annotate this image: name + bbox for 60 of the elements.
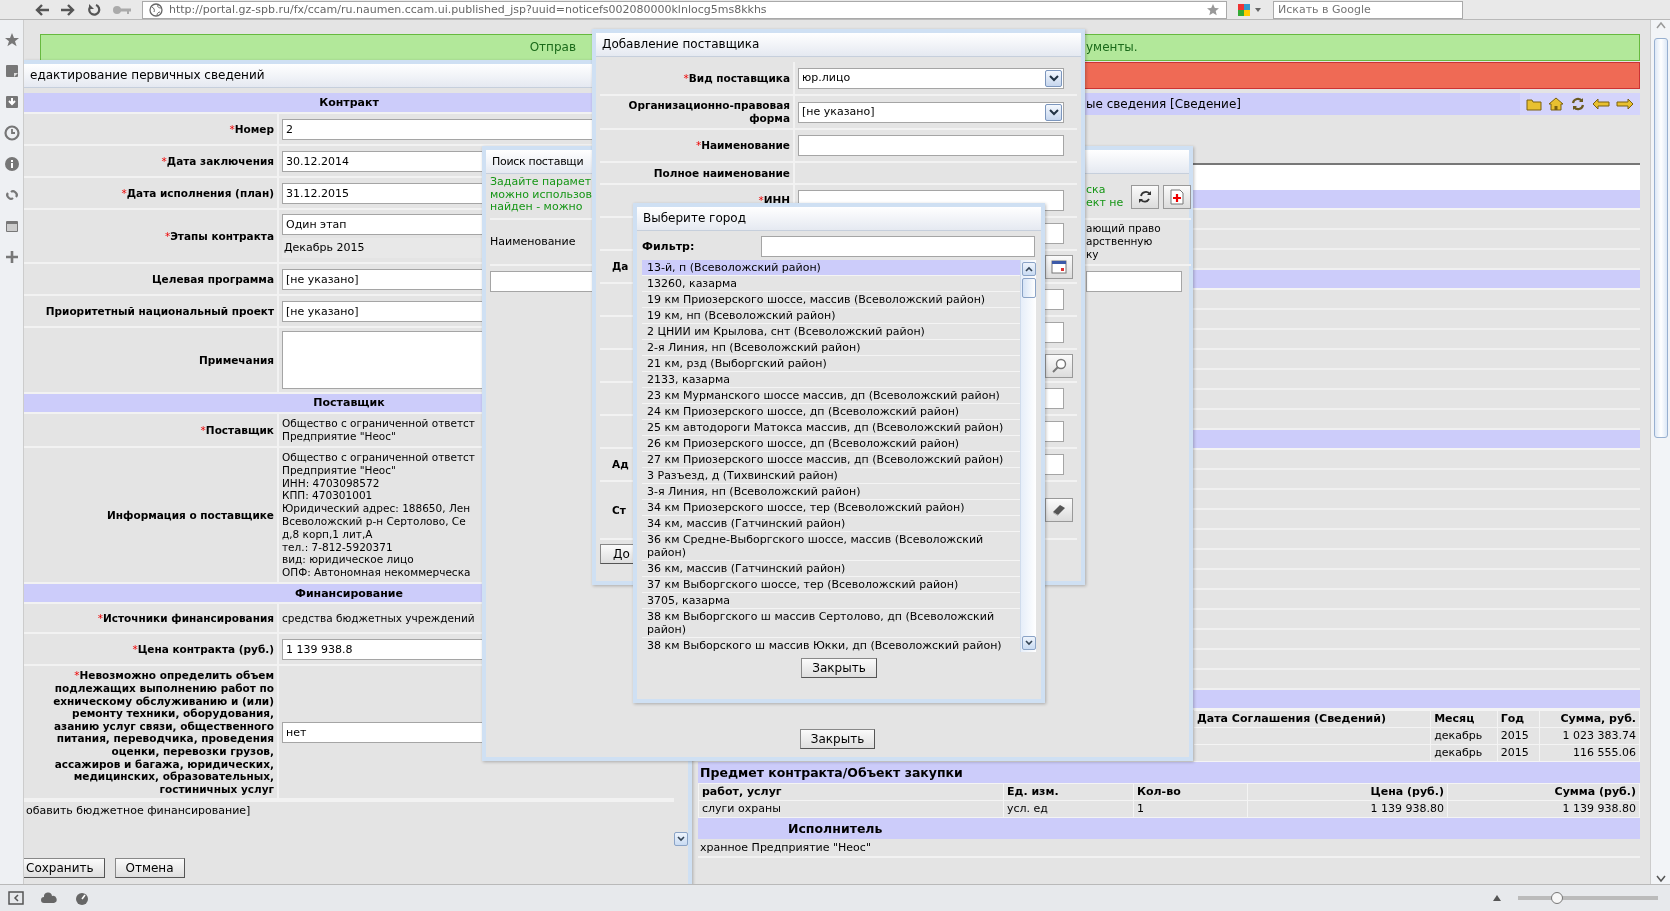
table-cell: 116 555.06	[1539, 744, 1640, 762]
field-label: Целевая программа	[151, 272, 274, 285]
table-cell: 1 139 938.80	[1247, 800, 1448, 818]
field-label: Приоритетный национальный проект	[45, 304, 274, 317]
table-cell: хранное Предприятие "Неос"	[700, 841, 871, 854]
column-header: Сумма (руб.)	[1447, 783, 1640, 801]
column-header: Сумма, руб.	[1539, 710, 1640, 728]
column-header: Год	[1497, 710, 1540, 728]
required-mark: *	[132, 643, 138, 656]
required-mark: *	[121, 186, 127, 199]
section-title: Исполнитель	[788, 821, 883, 836]
field-label: Вид поставщика	[688, 71, 790, 84]
table-cell: декабрь	[1430, 727, 1498, 745]
column-header: Месяц	[1430, 710, 1498, 728]
field-label: Ад	[612, 458, 629, 470]
dialog-title: Поиск поставщи	[492, 154, 584, 169]
required-mark: *	[97, 612, 103, 625]
table-cell: 2015	[1497, 727, 1540, 745]
required-mark: *	[161, 154, 167, 167]
table-cell: 1 023 383.74	[1539, 727, 1640, 745]
field-label: Этапы контракта	[170, 229, 274, 242]
field-label: Источники финансирования	[102, 612, 274, 625]
notice-text: ументы.	[1086, 40, 1138, 55]
column-header: Цена (руб.)	[1247, 783, 1448, 801]
field-label: Ст	[612, 503, 626, 516]
field-label: Поставщик	[205, 423, 274, 436]
table-cell: 1	[1133, 800, 1248, 818]
breadcrumb-text: ые сведения [Сведение]	[1086, 96, 1241, 112]
required-mark: *	[229, 122, 235, 135]
field-label: Примечания	[199, 353, 274, 366]
required-mark: *	[695, 139, 702, 151]
field-label: Дата исполнения (план)	[126, 186, 274, 199]
table-cell: слуги охраны	[698, 800, 1004, 818]
field-value: Общество с ограниченной ответст Предприятие "Неос" ИНН: 4703098572 КПП: 470301001 Юридический адрес: 188650, Лен Всеволожский р-н Сертолово, Се д,8 корп,1 лит,А тел.: 7-812-5920371 вид: юридическое лицо ОПФ: Автономная некоммерческа	[282, 451, 475, 579]
required-mark: *	[683, 71, 689, 84]
column-header: Дата Соглашения (Сведений)	[1193, 710, 1431, 728]
field-label: Дата заключения	[166, 154, 274, 167]
required-mark: *	[758, 194, 764, 206]
table-cell: 2015	[1497, 744, 1540, 762]
field-label: Номер	[234, 122, 274, 135]
notice-text: Отправ	[528, 40, 576, 55]
table-cell: 1 139 938.80	[1447, 800, 1640, 818]
field-value: Общество с ограниченной ответст Предприятие "Неос"	[282, 417, 475, 443]
field-label: Наименование	[701, 139, 790, 151]
column-header: Кол-во	[1133, 783, 1248, 801]
field-label: Цена контракта (руб.)	[137, 643, 274, 656]
required-mark: *	[200, 423, 206, 436]
field-value: ающий право арственную ку	[1086, 222, 1161, 261]
table-cell: усл. ед	[1003, 800, 1134, 818]
field-label: *Невозможно определить объем подлежащих выполнению работ по ехническому обслуживанию и (или) ремонту техники, оборудования, азанию услуг связи, общественного питания, переводчика, проведения оценки, перевозки грузов, ассажиров и багажа, юридических, медицинских, образовательных, гостиничных услуг	[53, 669, 274, 795]
required-mark: *	[164, 229, 171, 242]
column-header: работ, услуг	[698, 783, 1004, 801]
table-cell: декабрь	[1430, 744, 1498, 762]
dialog-title: едактирование первичных сведений	[30, 68, 265, 83]
hint-text: ска ект не	[1086, 184, 1124, 210]
column-header: Ед. изм.	[1003, 783, 1134, 801]
dialog-title: Добавление поставщика	[602, 37, 760, 52]
section-title: Предмет контракта/Объект закупки	[698, 762, 1640, 783]
field-label: Информация о поставщике	[107, 508, 274, 521]
field-value: средства бюджетных учреждений	[282, 611, 475, 625]
